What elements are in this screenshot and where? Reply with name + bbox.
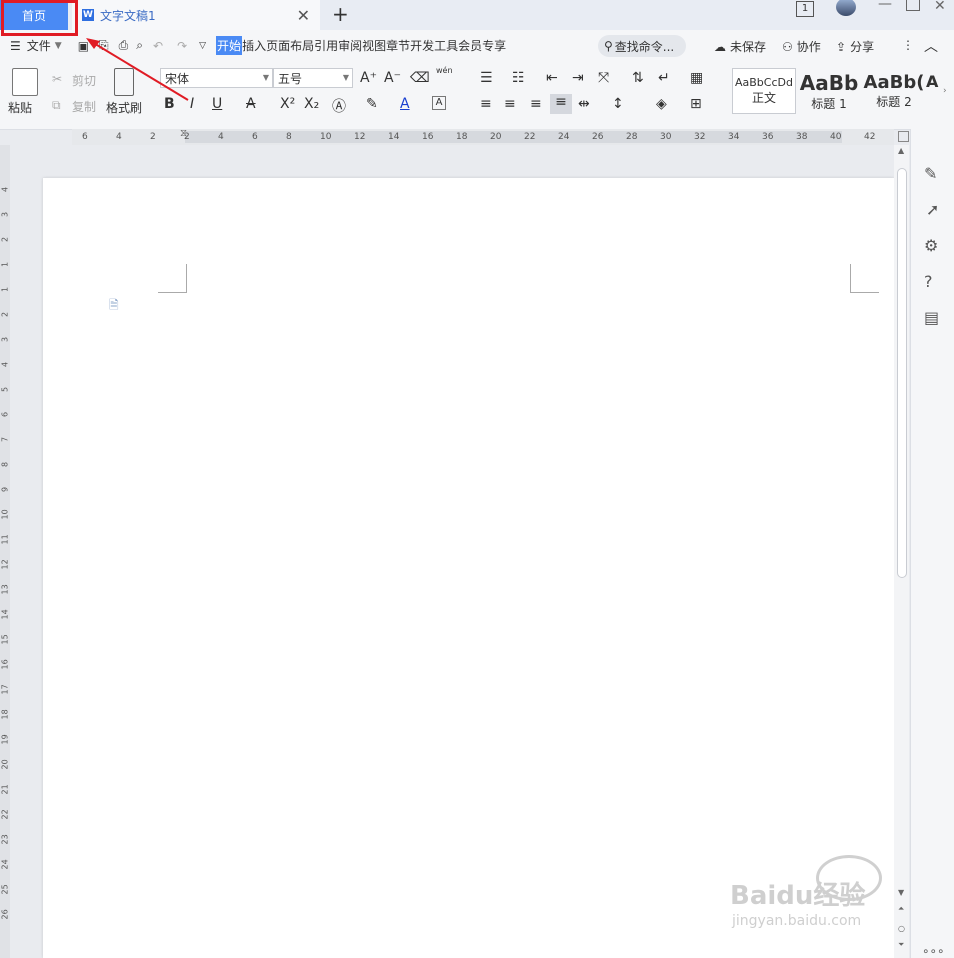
annotation-arrow — [86, 38, 189, 101]
watermark-url: jingyan.baidu.com — [732, 913, 862, 929]
watermark-brand: Baidu经验 — [730, 881, 866, 911]
annotation-arrow-head — [86, 38, 100, 49]
annotation-arrow-line — [91, 41, 189, 101]
baidu-watermark: Baidu经验 jingyan.baidu.com — [730, 855, 910, 945]
